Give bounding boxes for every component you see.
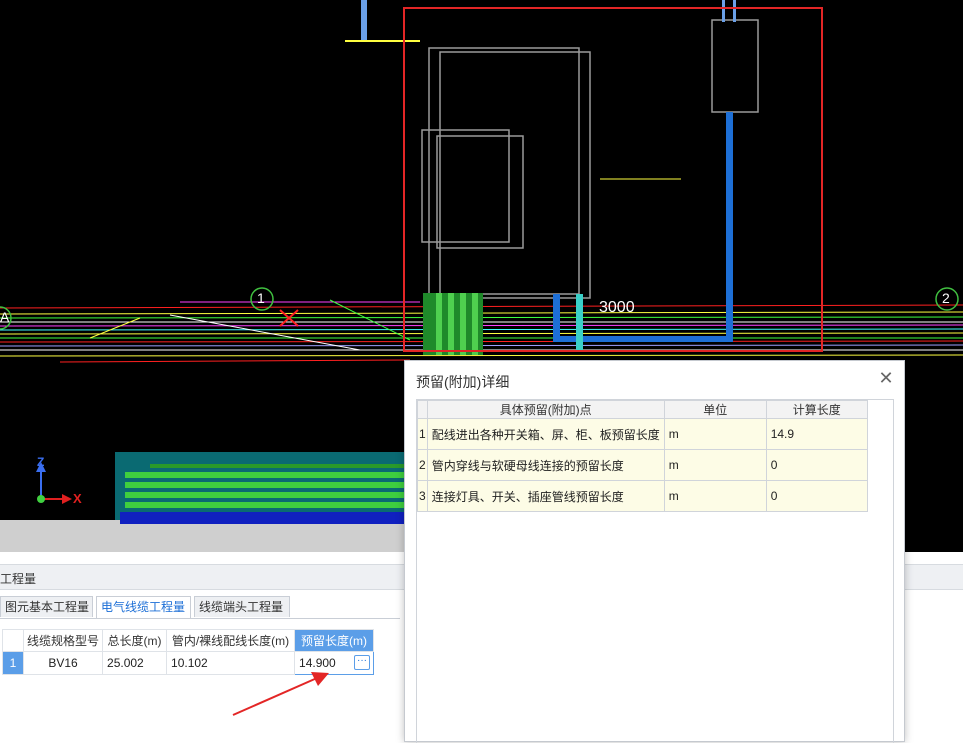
col-total-header[interactable]: 总长度(m): [102, 629, 168, 652]
dimension-label: 3000: [599, 299, 635, 316]
row-number-header: [2, 629, 24, 652]
cell-spec[interactable]: BV16: [22, 651, 104, 675]
table-row[interactable]: 3 连接灯具、开关、插座管线预留长度 m 0: [417, 480, 868, 512]
cell-unit[interactable]: m: [663, 449, 767, 481]
axis-label-1: 1: [257, 290, 265, 306]
cabinet-outline: [421, 19, 759, 299]
reserved-detail-dialog: 预留(附加)详细 ✕ 具体预留(附加)点 单位 计算长度 1 配线进出各种开关箱…: [404, 360, 905, 743]
col-reserved-header[interactable]: 预留长度(m): [294, 629, 375, 652]
tab-divider: [0, 618, 400, 619]
tab-basic-quantity[interactable]: 图元基本工程量: [0, 596, 93, 617]
table-row[interactable]: 1 配线进出各种开关箱、屏、柜、板预留长度 m 14.9: [417, 418, 868, 450]
cell-length[interactable]: 14.9: [765, 418, 868, 450]
axis-label-a: A: [0, 309, 10, 325]
axis-label-2: 2: [942, 290, 950, 306]
table-row[interactable]: 2 管内穿线与软硬母线连接的预留长度 m 0: [417, 449, 868, 481]
detail-grid: 具体预留(附加)点 单位 计算长度 1 配线进出各种开关箱、屏、柜、板预留长度 …: [416, 399, 894, 743]
col-in-pipe-header[interactable]: 管内/裸线配线长度(m): [166, 629, 296, 652]
cell-point[interactable]: 管内穿线与软硬母线连接的预留长度: [426, 449, 665, 481]
detail-row-index: 2: [417, 449, 428, 481]
tab-cable-quantity[interactable]: 电气线缆工程量: [96, 596, 191, 619]
cell-length[interactable]: 0: [765, 449, 868, 481]
cell-length[interactable]: 0: [765, 480, 868, 512]
cell-point[interactable]: 配线进出各种开关箱、屏、柜、板预留长度: [426, 418, 665, 450]
close-icon[interactable]: ✕: [878, 369, 894, 387]
col-point-header[interactable]: 具体预留(附加)点: [426, 400, 665, 419]
reserved-detail-table: 具体预留(附加)点 单位 计算长度 1 配线进出各种开关箱、屏、柜、板预留长度 …: [417, 400, 868, 512]
col-spec-header[interactable]: 线缆规格型号: [22, 629, 104, 652]
cell-unit[interactable]: m: [663, 480, 767, 512]
detail-row-index: 3: [417, 480, 428, 512]
col-unit-header[interactable]: 单位: [663, 400, 767, 419]
tab-cable-terminal-quantity[interactable]: 线缆端头工程量: [194, 596, 290, 617]
detail-row-index: 1: [417, 418, 428, 450]
detail-header-row: 具体预留(附加)点 单位 计算长度: [417, 400, 868, 419]
detail-row-number-header: [417, 400, 428, 419]
cell-point[interactable]: 连接灯具、开关、插座管线预留长度: [426, 480, 665, 512]
reserved-detail-button[interactable]: ···: [354, 655, 371, 670]
cell-unit[interactable]: m: [663, 418, 767, 450]
row-index[interactable]: 1: [2, 651, 24, 675]
gizmo-x-label: X: [73, 491, 82, 506]
annotation-arrow: [232, 672, 329, 716]
gizmo-z-label: Z: [37, 455, 45, 469]
table-header-row: 线缆规格型号 总长度(m) 管内/裸线配线长度(m) 预留长度(m): [2, 629, 375, 652]
dialog-title: 预留(附加)详细: [416, 374, 510, 390]
col-length-header[interactable]: 计算长度: [765, 400, 868, 419]
quantity-panel-title: 工程量: [0, 572, 37, 586]
cell-total[interactable]: 25.002: [102, 651, 168, 675]
